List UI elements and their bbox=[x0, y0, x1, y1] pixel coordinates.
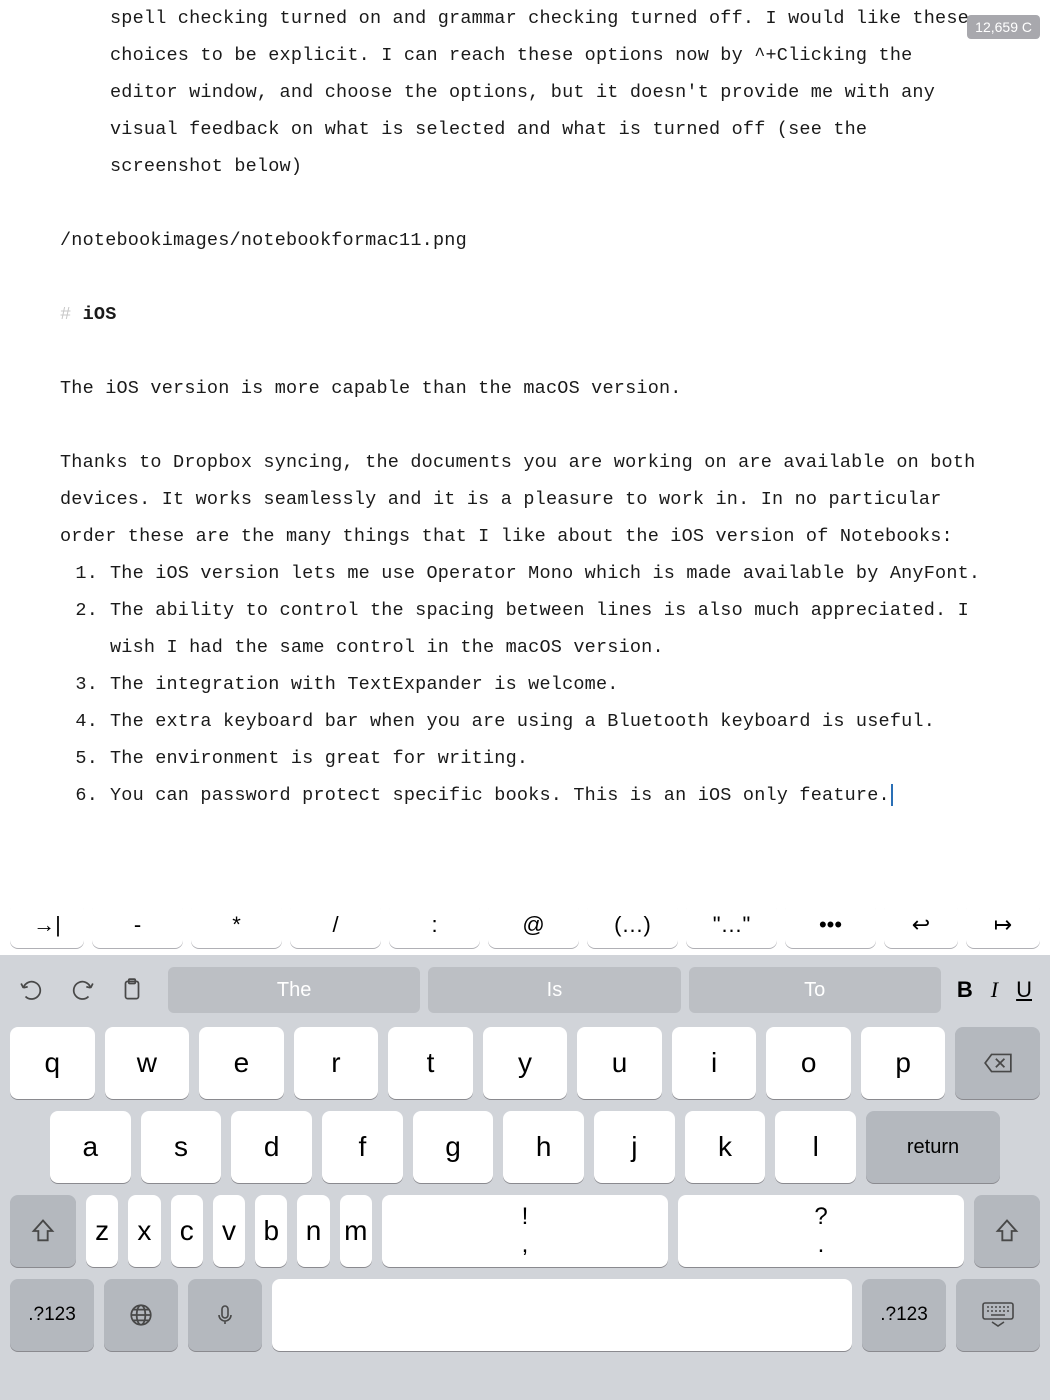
suggestion[interactable]: The bbox=[168, 967, 420, 1013]
underline-button[interactable]: U bbox=[1016, 977, 1032, 1003]
acc-at[interactable]: @ bbox=[488, 902, 579, 948]
punct-key[interactable]: ?. bbox=[678, 1195, 964, 1267]
key-t[interactable]: t bbox=[388, 1027, 473, 1099]
shift-key[interactable] bbox=[974, 1195, 1040, 1267]
key-j[interactable]: j bbox=[594, 1111, 675, 1183]
markdown-hash: # bbox=[60, 304, 71, 325]
key-q[interactable]: q bbox=[10, 1027, 95, 1099]
punct-key[interactable]: !, bbox=[382, 1195, 668, 1267]
acc-tab[interactable]: →| bbox=[10, 902, 84, 948]
acc-colon[interactable]: : bbox=[389, 902, 480, 948]
key-s[interactable]: s bbox=[141, 1111, 222, 1183]
return-key[interactable]: return bbox=[866, 1111, 1000, 1183]
acc-parens[interactable]: (…) bbox=[587, 902, 678, 948]
acc-quotes[interactable]: "…" bbox=[686, 902, 777, 948]
key-d[interactable]: d bbox=[231, 1111, 312, 1183]
key-z[interactable]: z bbox=[86, 1195, 118, 1267]
space-key[interactable] bbox=[272, 1279, 852, 1351]
acc-dash[interactable]: - bbox=[92, 902, 183, 948]
mic-key[interactable] bbox=[188, 1279, 262, 1351]
key-u[interactable]: u bbox=[577, 1027, 662, 1099]
key-l[interactable]: l bbox=[775, 1111, 856, 1183]
undo-icon[interactable] bbox=[12, 970, 52, 1010]
accessory-bar: →| - * / : @ (…) "…" ••• ↩ ↦ bbox=[0, 895, 1050, 955]
bold-button[interactable]: B bbox=[957, 977, 973, 1003]
italic-button[interactable]: I bbox=[991, 977, 998, 1003]
list-item: 2.The ability to control the spacing bet… bbox=[60, 592, 990, 666]
list-item: 3.The integration with TextExpander is w… bbox=[60, 666, 990, 703]
key-m[interactable]: m bbox=[340, 1195, 372, 1267]
acc-return[interactable]: ↩ bbox=[884, 902, 958, 948]
key-y[interactable]: y bbox=[483, 1027, 568, 1099]
key-b[interactable]: b bbox=[255, 1195, 287, 1267]
suggestion[interactable]: To bbox=[689, 967, 941, 1013]
paragraph: The iOS version is more capable than the… bbox=[60, 370, 990, 407]
redo-icon[interactable] bbox=[62, 970, 102, 1010]
acc-indent[interactable]: ↦ bbox=[966, 902, 1040, 948]
list-item: 5.The environment is great for writing. bbox=[60, 740, 990, 777]
key-v[interactable]: v bbox=[213, 1195, 245, 1267]
list-item: 4.The extra keyboard bar when you are us… bbox=[60, 703, 990, 740]
key-g[interactable]: g bbox=[413, 1111, 494, 1183]
key-i[interactable]: i bbox=[672, 1027, 757, 1099]
key-p[interactable]: p bbox=[861, 1027, 946, 1099]
key-a[interactable]: a bbox=[50, 1111, 131, 1183]
list-item: 1.The iOS version lets me use Operator M… bbox=[60, 555, 990, 592]
acc-asterisk[interactable]: * bbox=[191, 902, 282, 948]
mode-key[interactable]: .?123 bbox=[862, 1279, 946, 1351]
key-k[interactable]: k bbox=[685, 1111, 766, 1183]
suggestion[interactable]: Is bbox=[428, 967, 680, 1013]
paragraph: spell checking turned on and grammar che… bbox=[60, 0, 990, 185]
key-w[interactable]: w bbox=[105, 1027, 190, 1099]
editor-content[interactable]: spell checking turned on and grammar che… bbox=[60, 0, 990, 814]
key-o[interactable]: o bbox=[766, 1027, 851, 1099]
clipboard-icon[interactable] bbox=[112, 970, 152, 1010]
acc-slash[interactable]: / bbox=[290, 902, 381, 948]
key-x[interactable]: x bbox=[128, 1195, 160, 1267]
hide-keyboard-key[interactable] bbox=[956, 1279, 1040, 1351]
shift-key[interactable] bbox=[10, 1195, 76, 1267]
key-f[interactable]: f bbox=[322, 1111, 403, 1183]
mode-key[interactable]: .?123 bbox=[10, 1279, 94, 1351]
key-h[interactable]: h bbox=[503, 1111, 584, 1183]
heading-line: # iOS bbox=[60, 296, 990, 333]
delete-key[interactable] bbox=[955, 1027, 1040, 1099]
key-r[interactable]: r bbox=[294, 1027, 379, 1099]
keyboard: The Is To B I U qwertyuiop asdfghjkl ret… bbox=[0, 955, 1050, 1400]
heading-text: iOS bbox=[83, 304, 117, 325]
char-count-badge: 12,659 C bbox=[967, 15, 1040, 39]
key-c[interactable]: c bbox=[171, 1195, 203, 1267]
list-item: 6.You can password protect specific book… bbox=[60, 777, 990, 814]
key-n[interactable]: n bbox=[297, 1195, 329, 1267]
globe-key[interactable] bbox=[104, 1279, 178, 1351]
key-e[interactable]: e bbox=[199, 1027, 284, 1099]
image-path: /notebookimages/notebookformac11.png bbox=[60, 222, 990, 259]
acc-more[interactable]: ••• bbox=[785, 902, 876, 948]
paragraph: Thanks to Dropbox syncing, the documents… bbox=[60, 444, 990, 555]
